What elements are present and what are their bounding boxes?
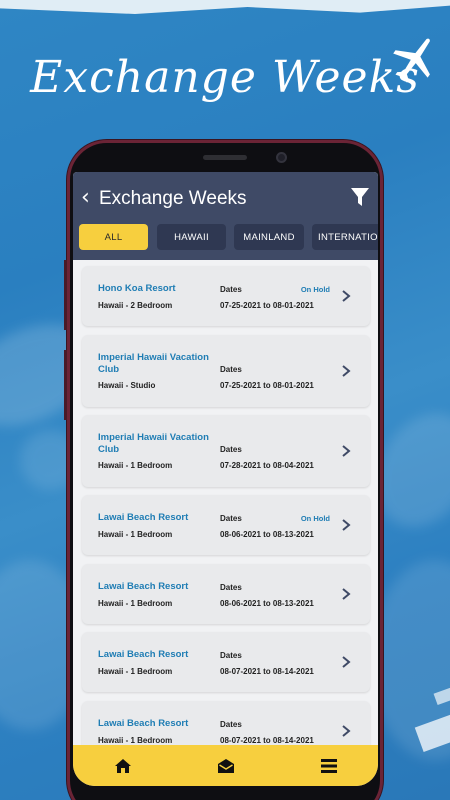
dates-label: Dates (220, 720, 242, 729)
unit-type: Hawaii - Studio (98, 381, 156, 390)
status-badge: On Hold (300, 514, 330, 523)
date-range: 08-06-2021 to 08-13-2021 (220, 599, 314, 608)
chevron-right-icon[interactable] (340, 444, 352, 458)
chevron-right-icon[interactable] (340, 289, 352, 303)
date-range: 08-06-2021 to 08-13-2021 (220, 530, 314, 539)
phone-speaker (203, 155, 247, 160)
tab-international[interactable]: INTERNATION (312, 224, 378, 250)
dates-label: Dates (220, 583, 242, 592)
unit-type: Hawaii - 1 Bedroom (98, 599, 173, 608)
home-icon (115, 758, 131, 773)
dates-label: Dates (220, 514, 242, 523)
phone-side-button (64, 260, 67, 330)
tab-all[interactable]: ALL (79, 224, 148, 250)
dates-label: Dates (220, 651, 242, 660)
paint-stroke-top (0, 0, 450, 14)
nav-home-button[interactable] (93, 745, 153, 786)
list-item[interactable]: Lawai Beach Resort Hawaii - 1 Bedroom Da… (82, 564, 370, 624)
unit-type: Hawaii - 1 Bedroom (98, 461, 173, 470)
list-item[interactable]: Lawai Beach Resort Hawaii - 1 Bedroom Da… (82, 495, 370, 555)
app-header: ‹ Exchange Weeks ALL HAWAII MAINLAND INT… (73, 172, 378, 260)
date-range: 07-25-2021 to 08-01-2021 (220, 301, 314, 310)
dates-label: Dates (220, 445, 242, 454)
app-screen: ‹ Exchange Weeks ALL HAWAII MAINLAND INT… (73, 172, 378, 786)
list-item[interactable]: Imperial Hawaii Vacation Club Hawaii - S… (82, 335, 370, 407)
dates-label: Dates (220, 285, 242, 294)
resort-name: Imperial Hawaii Vacation Club (98, 432, 209, 455)
date-range: 08-07-2021 to 08-14-2021 (220, 667, 314, 676)
date-range: 07-28-2021 to 08-04-2021 (220, 461, 314, 470)
resort-name: Lawai Beach Resort (98, 512, 189, 523)
bottom-nav (73, 745, 378, 786)
nav-menu-button[interactable] (299, 745, 359, 786)
chevron-right-icon[interactable] (340, 587, 352, 601)
menu-icon (321, 758, 337, 773)
unit-type: Hawaii - 1 Bedroom (98, 530, 173, 539)
phone-side-button (64, 350, 67, 420)
tab-hawaii[interactable]: HAWAII (157, 224, 226, 250)
unit-type: Hawaii - 2 Bedroom (98, 301, 173, 310)
phone-camera (276, 152, 287, 163)
date-range: 07-25-2021 to 08-01-2021 (220, 381, 314, 390)
nav-mail-button[interactable] (196, 745, 256, 786)
resort-name: Imperial Hawaii Vacation Club (98, 352, 209, 375)
dates-label: Dates (220, 365, 242, 374)
resort-name: Lawai Beach Resort (98, 581, 189, 592)
airplane-icon (393, 38, 430, 83)
chevron-right-icon[interactable] (340, 724, 352, 738)
filter-icon[interactable] (351, 187, 369, 207)
page-title: Exchange Weeks (99, 188, 247, 209)
chevron-right-icon[interactable] (340, 518, 352, 532)
chevron-right-icon[interactable] (340, 364, 352, 378)
chevron-right-icon[interactable] (340, 655, 352, 669)
list-item[interactable]: Lawai Beach Resort Hawaii - 1 Bedroom Da… (82, 632, 370, 692)
unit-type: Hawaii - 1 Bedroom (98, 667, 173, 676)
status-badge: On Hold (300, 285, 330, 294)
back-chevron-icon[interactable]: ‹ (81, 186, 97, 210)
resort-name: Hono Koa Resort (98, 283, 176, 294)
mail-icon (218, 758, 234, 773)
resort-name: Lawai Beach Resort (98, 649, 189, 660)
banner-headline: Exchange Weeks (30, 52, 420, 103)
list-item[interactable]: Hono Koa Resort Hawaii - 2 Bedroom Dates… (82, 266, 370, 326)
region-tabs: ALL HAWAII MAINLAND INTERNATION (79, 224, 378, 250)
resort-name: Lawai Beach Resort (98, 718, 189, 729)
list-item[interactable]: Imperial Hawaii Vacation Club Hawaii - 1… (82, 415, 370, 487)
tab-mainland[interactable]: MAINLAND (234, 224, 304, 250)
